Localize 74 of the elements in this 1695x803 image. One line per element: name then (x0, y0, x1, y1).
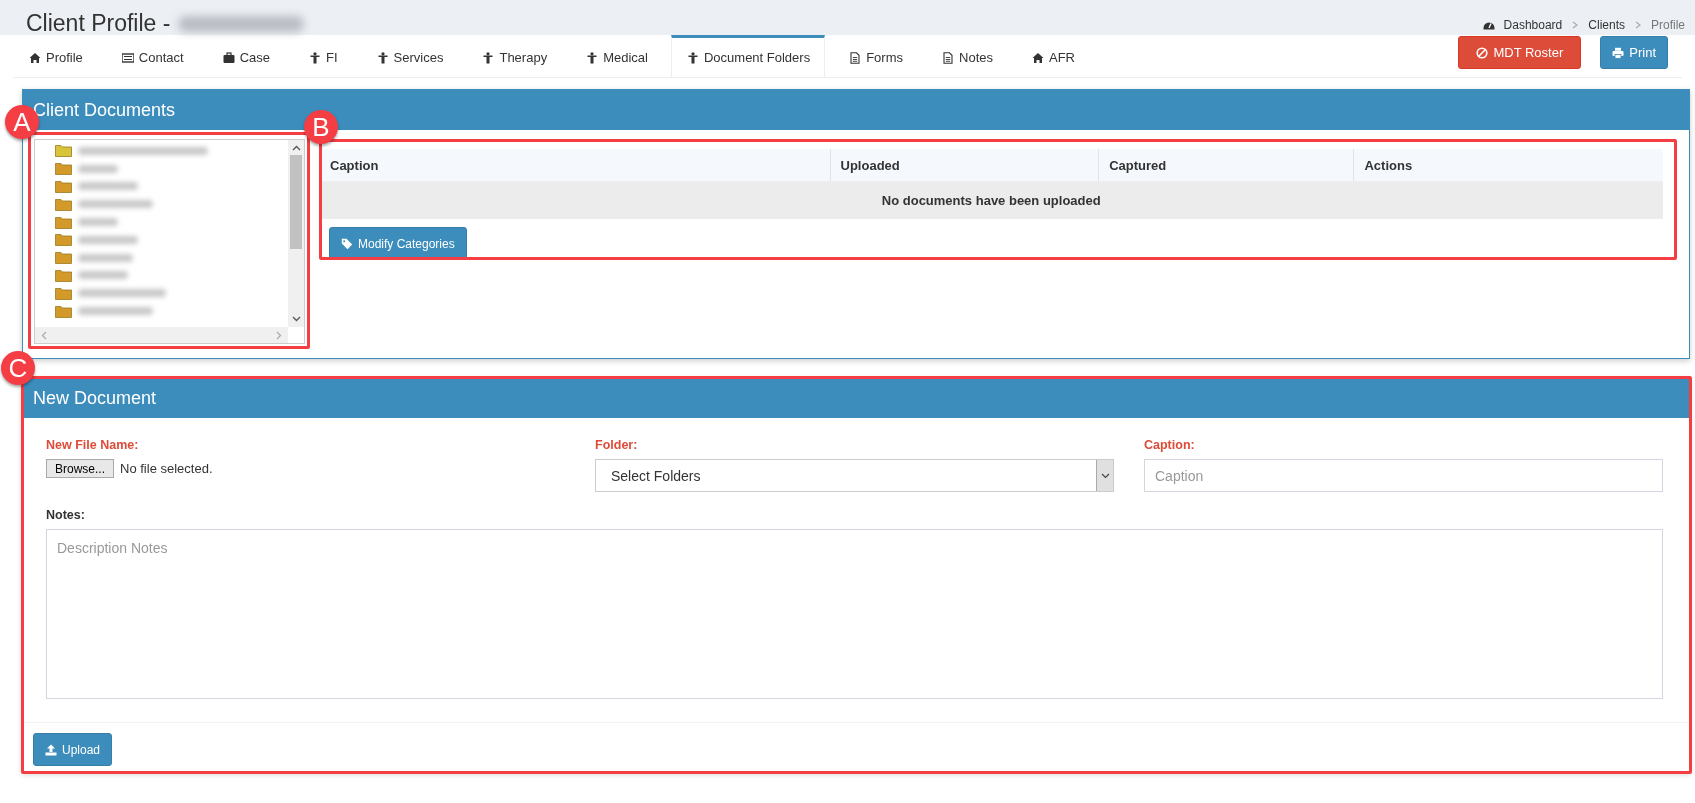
redacted-label (78, 235, 138, 244)
briefcase-icon (222, 51, 235, 64)
folder-icon (55, 251, 72, 265)
tab[interactable]: Therapy (466, 35, 563, 77)
browse-button[interactable]: Browse... (46, 459, 114, 478)
chevron-down-icon (291, 316, 301, 322)
file-status: No file selected. (120, 461, 213, 476)
tab[interactable]: Profile (13, 35, 98, 77)
folder-icon (55, 304, 72, 318)
folder-icon (55, 197, 72, 211)
folder-icon (55, 144, 72, 158)
folder-select[interactable]: Select Folders (595, 459, 1114, 492)
folder-icon (55, 268, 72, 282)
tag-icon (341, 237, 353, 250)
panel-title: New Document (33, 387, 157, 409)
annotation-badge: C (1, 351, 35, 385)
tab[interactable]: Forms (833, 35, 918, 77)
folder-icon (55, 215, 72, 229)
redacted-label (78, 271, 128, 280)
panel-title: Client Documents (33, 99, 176, 121)
empty-message: No documents have been uploaded (319, 181, 1663, 219)
chevron-left-icon (41, 330, 47, 340)
printer-icon (1612, 46, 1625, 59)
folder-icon (55, 180, 72, 193)
tab[interactable]: Services (360, 35, 459, 77)
caption-field[interactable]: Caption (1144, 459, 1663, 492)
tab[interactable]: AFR (1016, 35, 1090, 77)
person-icon (586, 51, 599, 64)
column-header: Captured (1098, 149, 1354, 182)
person-icon (376, 51, 389, 64)
chevron-down-icon (1100, 472, 1110, 479)
tab[interactable]: Document Folders (670, 35, 826, 77)
home-icon (1032, 51, 1044, 64)
print-button[interactable]: Print (1600, 36, 1668, 69)
chevron-right-icon (276, 330, 282, 340)
upload-button[interactable]: Upload (33, 733, 113, 766)
tab[interactable]: Contact (105, 35, 199, 77)
ban-icon (1476, 46, 1489, 59)
redacted-label (78, 253, 133, 262)
breadcrumb-link[interactable]: Clients (1588, 18, 1625, 32)
chevron-right-icon (1572, 21, 1579, 29)
folder-icon (55, 233, 72, 247)
tab[interactable]: Medical (570, 35, 663, 77)
redacted-label (78, 164, 118, 173)
list-icon (121, 51, 134, 64)
tab[interactable]: Notes (926, 35, 1008, 77)
roster-button[interactable]: MDT Roster (1458, 36, 1582, 69)
person-icon (309, 51, 322, 64)
folder-icon (55, 286, 72, 300)
home-icon (29, 51, 41, 64)
chevron-up-icon (291, 145, 301, 151)
chevron-right-icon (1635, 21, 1641, 29)
column-header: Caption (319, 149, 831, 182)
redacted-label (78, 218, 118, 227)
person-icon (686, 51, 699, 64)
tab[interactable]: Case (206, 35, 286, 77)
notes-field[interactable]: Description Notes (46, 529, 1663, 699)
scrollbar[interactable] (288, 140, 304, 327)
person-icon (482, 51, 495, 64)
field-label: Folder: (595, 438, 639, 452)
document-icon (849, 51, 862, 64)
page-title: Client Profile - (26, 10, 171, 37)
redacted-label (78, 182, 138, 191)
column-header: Actions (1353, 149, 1663, 182)
document-icon (942, 51, 954, 64)
upload-icon (45, 743, 57, 756)
breadcrumb-link[interactable]: Dashboard (1503, 18, 1563, 32)
field-label: Caption: (1144, 438, 1196, 452)
field-label: New File Name: (46, 438, 140, 452)
field-label: Notes: (46, 508, 86, 522)
tab[interactable]: FI (293, 35, 353, 77)
folder-icon (55, 162, 72, 176)
scrollbar[interactable] (35, 327, 288, 343)
column-header: Uploaded (830, 149, 1099, 182)
